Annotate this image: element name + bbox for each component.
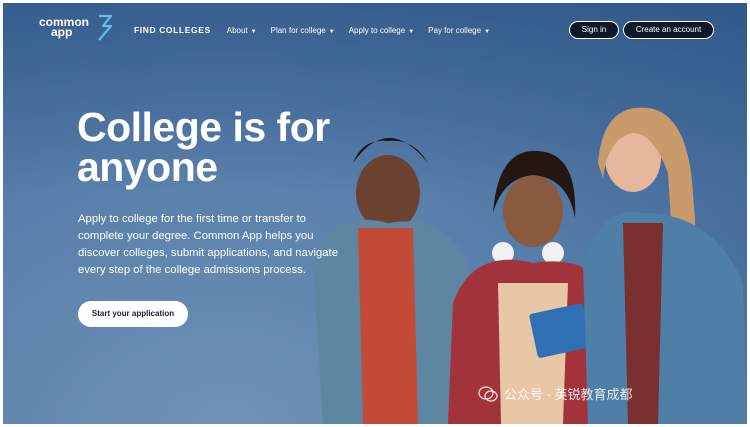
nav-find-colleges[interactable]: FIND COLLEGES: [134, 25, 211, 35]
nav-plan-for-college[interactable]: Plan for college ▼: [271, 26, 335, 35]
watermark: 公众号 · 英锐教育成都: [478, 384, 633, 403]
wechat-icon: [478, 385, 498, 402]
nav-about-label: About: [226, 25, 248, 35]
common-app-logo[interactable]: common app: [39, 16, 89, 38]
nav-plan-label: Plan for college: [270, 25, 326, 35]
start-application-button[interactable]: Start your application: [78, 301, 188, 327]
watermark-text: 公众号 · 英锐教育成都: [504, 387, 633, 402]
nav-pay-label: Pay for college: [428, 25, 482, 35]
caret-down-icon: ▼: [484, 28, 491, 35]
nav-apply-label: Apply to college: [348, 25, 406, 35]
nav-apply-to-college[interactable]: Apply to college ▼: [349, 26, 414, 35]
hero-title: College is for anyone: [77, 104, 330, 190]
hero-subtitle: Apply to college for the first time or t…: [78, 213, 338, 276]
caret-down-icon: ▼: [250, 28, 257, 35]
nav-about[interactable]: About ▼: [227, 26, 257, 35]
caret-down-icon: ▼: [328, 28, 335, 35]
main-nav: FIND COLLEGES About ▼ Plan for college ▼ A…: [134, 25, 490, 35]
hero-frame: common app FIND COLLEGES About ▼ Plan for…: [3, 3, 747, 424]
caret-down-icon: ▼: [408, 28, 415, 35]
logo-mark-icon: [98, 14, 113, 41]
create-account-button[interactable]: Create an account: [623, 21, 714, 39]
nav-pay-for-college[interactable]: Pay for college ▼: [428, 26, 490, 35]
sign-in-button[interactable]: Sign in: [569, 21, 619, 39]
